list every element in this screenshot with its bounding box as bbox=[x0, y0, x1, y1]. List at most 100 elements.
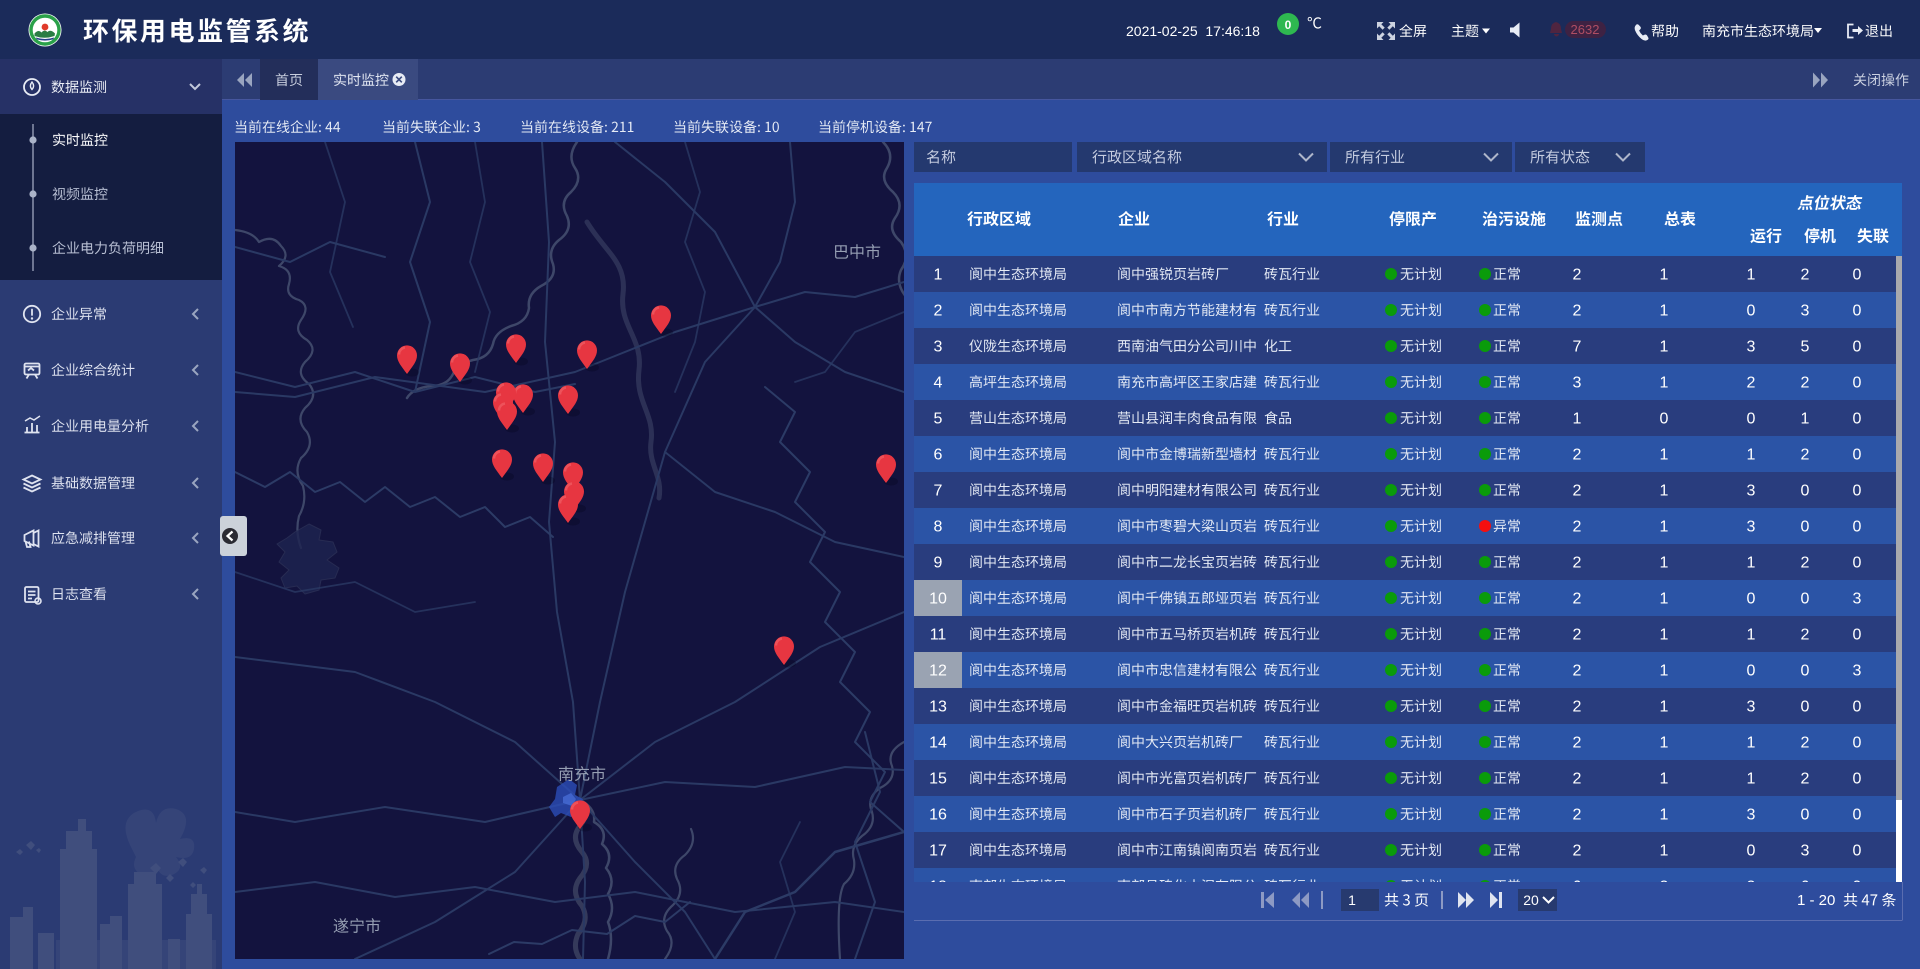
svg-text:1: 1 bbox=[1660, 447, 1669, 464]
svg-text:20: 20 bbox=[1523, 892, 1539, 908]
svg-text:7: 7 bbox=[1573, 339, 1582, 356]
svg-text:2: 2 bbox=[1573, 771, 1582, 788]
svg-text:1: 1 bbox=[1747, 771, 1756, 788]
svg-text:1: 1 bbox=[1660, 771, 1669, 788]
svg-text:14: 14 bbox=[929, 735, 947, 752]
svg-text:8: 8 bbox=[934, 519, 943, 536]
svg-text:2: 2 bbox=[1801, 771, 1810, 788]
svg-text:0: 0 bbox=[1853, 411, 1862, 428]
svg-text:2: 2 bbox=[1801, 555, 1810, 572]
svg-text:0: 0 bbox=[1801, 519, 1810, 536]
svg-text:2: 2 bbox=[1573, 447, 1582, 464]
svg-text:1: 1 bbox=[1660, 483, 1669, 500]
svg-text:2: 2 bbox=[1801, 447, 1810, 464]
svg-text:2: 2 bbox=[1801, 267, 1810, 284]
svg-text:0: 0 bbox=[1285, 18, 1292, 32]
svg-text:2: 2 bbox=[1573, 519, 1582, 536]
svg-text:3: 3 bbox=[1747, 807, 1756, 824]
svg-text:2: 2 bbox=[1747, 375, 1756, 392]
svg-text:2632: 2632 bbox=[1571, 22, 1600, 37]
svg-text:0: 0 bbox=[1853, 807, 1862, 824]
svg-text:2: 2 bbox=[1573, 267, 1582, 284]
svg-text:3: 3 bbox=[1747, 519, 1756, 536]
svg-text:0: 0 bbox=[1801, 483, 1810, 500]
svg-text:2: 2 bbox=[1573, 627, 1582, 644]
svg-text:3: 3 bbox=[1853, 663, 1862, 680]
svg-text:0: 0 bbox=[1853, 267, 1862, 284]
svg-text:3: 3 bbox=[1801, 843, 1810, 860]
svg-text:0: 0 bbox=[1747, 843, 1756, 860]
svg-text:3: 3 bbox=[1573, 375, 1582, 392]
svg-text:2: 2 bbox=[934, 303, 943, 320]
svg-text:3: 3 bbox=[1747, 699, 1756, 716]
svg-text:5: 5 bbox=[934, 411, 943, 428]
svg-text:0: 0 bbox=[1853, 555, 1862, 572]
svg-text:0: 0 bbox=[1853, 339, 1862, 356]
svg-text:3: 3 bbox=[934, 339, 943, 356]
svg-text:15: 15 bbox=[929, 771, 947, 788]
svg-text:1: 1 bbox=[1660, 339, 1669, 356]
svg-text:1: 1 bbox=[1747, 447, 1756, 464]
svg-text:13: 13 bbox=[929, 699, 947, 716]
svg-text:1: 1 bbox=[1348, 892, 1356, 908]
svg-text:1: 1 bbox=[1747, 267, 1756, 284]
svg-text:1: 1 bbox=[1660, 663, 1669, 680]
svg-text:0: 0 bbox=[1853, 519, 1862, 536]
svg-text:2: 2 bbox=[1573, 591, 1582, 608]
svg-text:16: 16 bbox=[929, 807, 947, 824]
svg-text:0: 0 bbox=[1801, 663, 1810, 680]
svg-text:5: 5 bbox=[1801, 339, 1810, 356]
svg-text:0: 0 bbox=[1853, 735, 1862, 752]
svg-text:0: 0 bbox=[1747, 663, 1756, 680]
svg-text:2: 2 bbox=[1573, 303, 1582, 320]
svg-text:0: 0 bbox=[1853, 375, 1862, 392]
svg-text:0: 0 bbox=[1853, 483, 1862, 500]
svg-text:1: 1 bbox=[1660, 375, 1669, 392]
svg-text:0: 0 bbox=[1747, 591, 1756, 608]
svg-text:0: 0 bbox=[1853, 447, 1862, 464]
svg-text:2: 2 bbox=[1573, 843, 1582, 860]
svg-text:0: 0 bbox=[1853, 627, 1862, 644]
svg-text:1: 1 bbox=[1660, 267, 1669, 284]
svg-text:2: 2 bbox=[1573, 555, 1582, 572]
svg-text:2021-02-25 17:46:18: 2021-02-25 17:46:18 bbox=[1126, 23, 1260, 39]
svg-text:0: 0 bbox=[1853, 699, 1862, 716]
svg-text:1: 1 bbox=[934, 267, 943, 284]
svg-text:0: 0 bbox=[1853, 843, 1862, 860]
svg-text:3: 3 bbox=[1747, 483, 1756, 500]
svg-text:3: 3 bbox=[1801, 303, 1810, 320]
svg-text:0: 0 bbox=[1747, 411, 1756, 428]
svg-text:0: 0 bbox=[1853, 771, 1862, 788]
svg-text:9: 9 bbox=[934, 555, 943, 572]
svg-text:2: 2 bbox=[1573, 699, 1582, 716]
svg-text:1: 1 bbox=[1660, 843, 1669, 860]
svg-text:1: 1 bbox=[1660, 735, 1669, 752]
svg-text:1: 1 bbox=[1747, 735, 1756, 752]
svg-text:1: 1 bbox=[1660, 519, 1669, 536]
svg-text:0: 0 bbox=[1660, 411, 1669, 428]
svg-text:1: 1 bbox=[1660, 627, 1669, 644]
svg-text:2: 2 bbox=[1801, 375, 1810, 392]
svg-text:0: 0 bbox=[1801, 699, 1810, 716]
svg-text:10: 10 bbox=[929, 591, 947, 608]
svg-text:1: 1 bbox=[1660, 699, 1669, 716]
svg-text:1: 1 bbox=[1801, 411, 1810, 428]
svg-text:1: 1 bbox=[1660, 807, 1669, 824]
svg-text:0: 0 bbox=[1801, 591, 1810, 608]
svg-text:2: 2 bbox=[1573, 663, 1582, 680]
svg-text:7: 7 bbox=[934, 483, 943, 500]
svg-text:2: 2 bbox=[1573, 735, 1582, 752]
svg-text:1: 1 bbox=[1660, 303, 1669, 320]
svg-text:4: 4 bbox=[934, 375, 943, 392]
svg-text:3: 3 bbox=[1747, 339, 1756, 356]
svg-text:1: 1 bbox=[1660, 555, 1669, 572]
svg-text:1: 1 bbox=[1660, 591, 1669, 608]
svg-text:2: 2 bbox=[1801, 627, 1810, 644]
svg-text:2: 2 bbox=[1801, 735, 1810, 752]
svg-text:1: 1 bbox=[1747, 555, 1756, 572]
svg-text:3: 3 bbox=[1853, 591, 1862, 608]
svg-text:1: 1 bbox=[1573, 411, 1582, 428]
svg-text:1 - 20: 1 - 20 bbox=[1797, 892, 1835, 909]
svg-text:11: 11 bbox=[930, 627, 947, 644]
svg-text:2: 2 bbox=[1573, 807, 1582, 824]
